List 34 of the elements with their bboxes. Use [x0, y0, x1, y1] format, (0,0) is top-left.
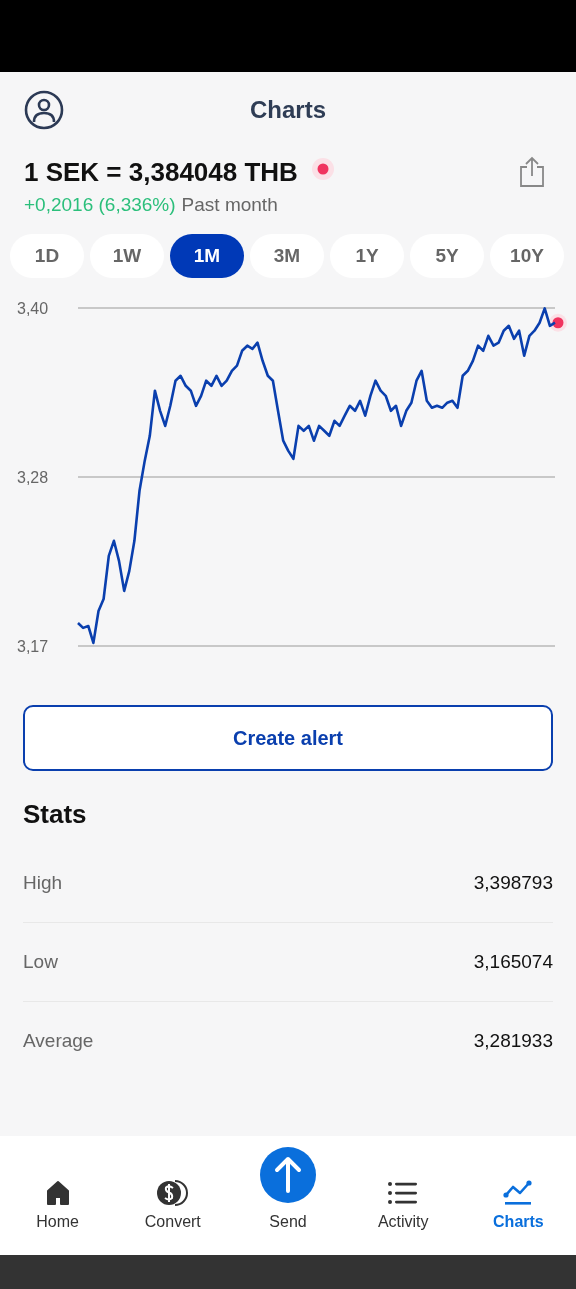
period-tab[interactable]: 3M	[250, 234, 324, 278]
section-heading: Stats	[22, 799, 88, 830]
nav-item[interactable]: Charts	[460, 1136, 576, 1255]
stat-value: 3,398793	[473, 872, 553, 894]
screen-title: Charts	[250, 96, 326, 124]
axis-label: 3,28	[17, 469, 49, 486]
axis-label: 3,17	[17, 638, 49, 655]
coins-icon	[155, 1179, 190, 1207]
share-icon[interactable]	[518, 156, 546, 188]
period-tab[interactable]: 1M	[170, 234, 244, 278]
chart-icon	[503, 1179, 534, 1207]
send-nav-item[interactable]: Send	[230, 1136, 346, 1255]
axis-label: 3,40	[17, 300, 49, 317]
period-tab[interactable]: 5Y	[410, 234, 484, 278]
period-tab[interactable]: 1Y	[330, 234, 404, 278]
nav-item[interactable]: Convert	[115, 1136, 231, 1255]
period-tab[interactable]: 1D	[10, 234, 84, 278]
period-tab[interactable]: 10Y	[490, 234, 564, 278]
period-tab[interactable]: 1W	[90, 234, 164, 278]
create-alert-button[interactable]: Create alert	[23, 705, 553, 771]
nav-item[interactable]: Activity	[345, 1136, 461, 1255]
list-icon	[387, 1179, 420, 1207]
stat-label: High	[23, 872, 63, 894]
stat-value: 3,165074	[473, 951, 553, 973]
stat-label: Low	[23, 951, 58, 973]
stat-label: Average	[23, 1030, 94, 1052]
profile-icon[interactable]	[24, 90, 64, 130]
current-point-icon	[549, 313, 567, 332]
rate-change: +0,2016 (6,336%)	[24, 194, 176, 216]
live-dot-icon	[311, 158, 334, 180]
period-label: Past month	[181, 194, 278, 216]
stat-value: 3,281933	[473, 1030, 553, 1052]
exchange-rate: 1 SEK = 3,384048 THB	[24, 156, 298, 188]
nav-item[interactable]: Home	[0, 1136, 116, 1255]
